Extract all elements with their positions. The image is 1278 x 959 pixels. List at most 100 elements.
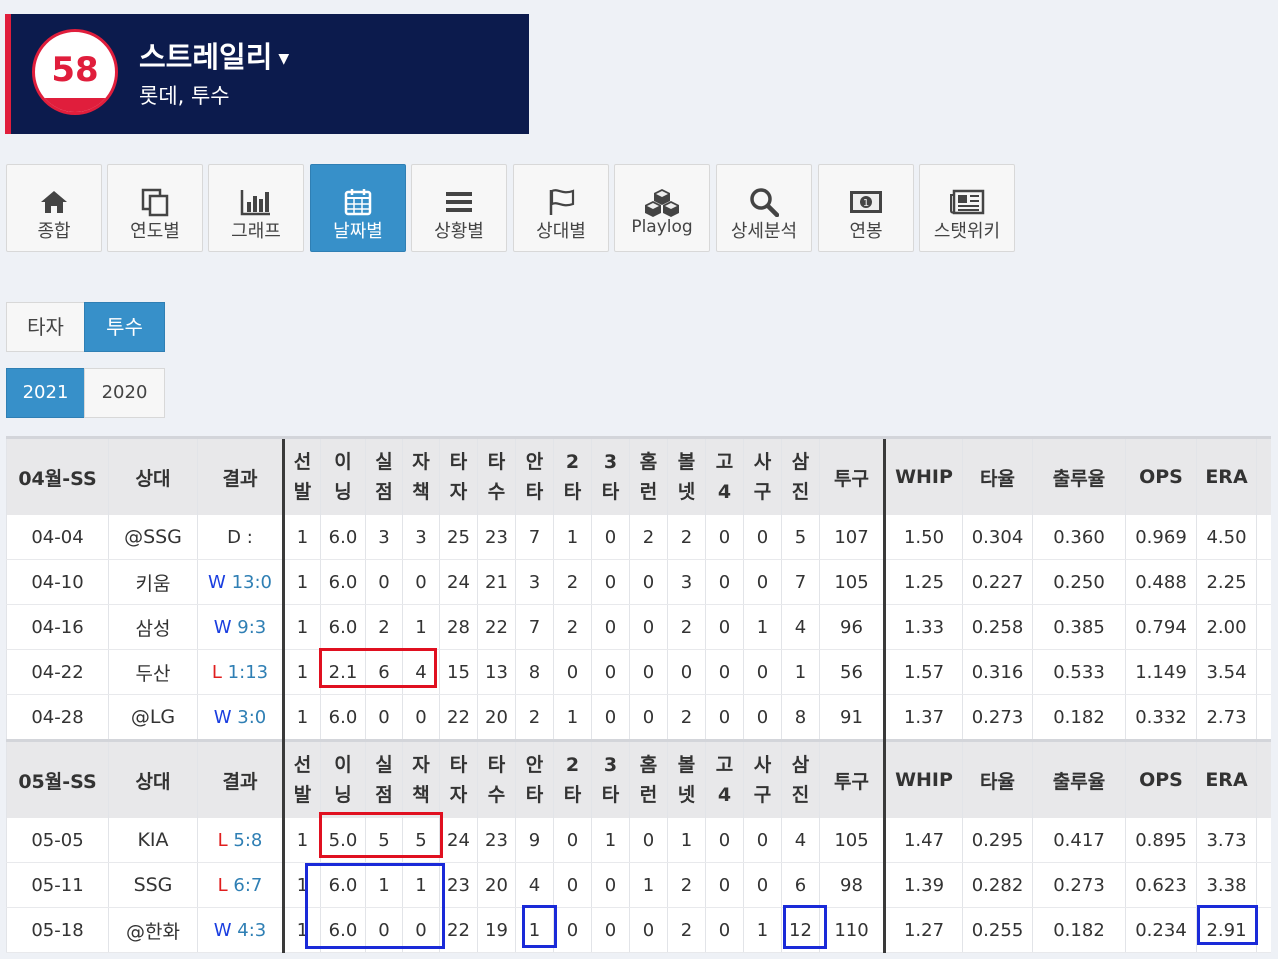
column-header[interactable]: 실점 [365, 739, 403, 818]
player-team-position: 롯데, 투수 [139, 84, 230, 108]
column-header[interactable]: 고4 [705, 739, 744, 818]
stat-19: 2.00 [1196, 604, 1257, 650]
tab-label: 날짜별 [333, 221, 383, 242]
player-name-dropdown[interactable]: 스트레일리 ▼ [139, 34, 289, 76]
home-icon [7, 185, 101, 219]
column-header[interactable]: 타수 [477, 739, 516, 818]
stat-10: 1 [667, 818, 706, 863]
column-header[interactable]: 안타 [515, 739, 554, 818]
tab-situation[interactable]: 상황별 [411, 164, 507, 252]
game-result-link[interactable]: L 6:7 [197, 862, 284, 908]
table-header-row: 04월-SS 상대 결과 선발 이닝 실점 자책 타자 타수 안타 2타 3타 홈런 볼넷 고4 사구 삼진 투구… [6, 436, 1271, 515]
game-result-link[interactable]: D : [197, 515, 284, 560]
opponent: KIA [108, 818, 198, 863]
tab-opponent[interactable]: 상대별 [513, 164, 609, 252]
stat-3: 0 [402, 559, 440, 605]
stat-17: 0.533 [1032, 649, 1126, 695]
game-result-link[interactable]: L 5:8 [197, 818, 284, 863]
column-header[interactable]: 2타 [553, 436, 592, 515]
tab-label: Playlog [631, 217, 693, 237]
table-row[interactable]: 05-11 SSG L 6:7 1 6.0 1 1 23 20 4 0 0 1 2 0 0 6 98 1.39 0.2… [6, 862, 1271, 908]
copy-icon [108, 185, 202, 219]
column-header[interactable]: 실점 [365, 436, 403, 515]
table-row[interactable]: 05-18 @한화 W 4:3 1 6.0 0 0 22 19 1 0 0 0 2 0 1 12 110 1.27 0… [6, 907, 1271, 953]
table-row[interactable]: 04-16 삼성 W 9:3 1 6.0 2 1 28 22 7 2 0 0 2 0 1 4 96 1.33 0.25… [6, 604, 1271, 650]
column-header[interactable]: 2타 [553, 739, 592, 818]
column-header[interactable]: 홈런 [629, 739, 668, 818]
game-result-link[interactable]: W 13:0 [197, 559, 284, 605]
column-header[interactable]: 사구 [743, 739, 782, 818]
column-header[interactable]: 삼진 [781, 436, 820, 515]
column-header[interactable]: 자책 [402, 739, 440, 818]
game-result-link[interactable]: W 3:0 [197, 694, 284, 741]
table-row[interactable]: 05-05 KIA L 5:8 1 5.0 5 5 24 23 9 0 1 0 1 0 0 4 105 1.47 0.… [6, 818, 1271, 863]
stat-10: 2 [667, 515, 706, 560]
column-header[interactable]: ERA [1196, 436, 1257, 515]
column-header[interactable]: WHIP [883, 739, 963, 818]
game-result-link[interactable]: W 9:3 [197, 604, 284, 650]
column-header[interactable]: 타자 [439, 436, 478, 515]
table-row[interactable]: 04-04 @SSG D :1 6.0 3 3 25 23 7 1 0 2 2 0 0 5 107 1.50 0.3… [6, 515, 1271, 560]
column-header[interactable]: 선발 [282, 436, 321, 515]
column-header[interactable]: 안타 [515, 436, 554, 515]
column-header[interactable]: 출루율 [1032, 436, 1126, 515]
table-row[interactable]: 04-10 키움 W 13:0 1 6.0 0 0 24 21 3 2 0 0 3 0 0 7 105 1.25 0.… [6, 559, 1271, 605]
column-header[interactable]: 타자 [439, 739, 478, 818]
tab-yearly[interactable]: 연도별 [107, 164, 203, 252]
column-header[interactable]: 이닝 [320, 436, 366, 515]
column-header[interactable]: 타율 [962, 436, 1033, 515]
column-header[interactable]: 볼넷 [667, 739, 706, 818]
column-header[interactable]: 출루율 [1032, 739, 1126, 818]
column-header[interactable]: 볼넷 [667, 436, 706, 515]
column-header[interactable]: OPS [1125, 436, 1197, 515]
game-result-link[interactable]: W 4:3 [197, 907, 284, 953]
column-header[interactable]: 고4 [705, 436, 744, 515]
stat-9: 0 [629, 604, 668, 650]
column-header[interactable]: ERA [1196, 739, 1257, 818]
column-header[interactable]: 결과 [197, 436, 284, 515]
stat-14: 98 [819, 862, 885, 908]
column-header-overflow [1256, 436, 1271, 515]
stat-16: 0.273 [962, 694, 1033, 741]
month-header: 04월-SS [6, 436, 109, 515]
year-2020-button[interactable]: 2020 [84, 368, 165, 418]
pitcher-toggle-button[interactable]: 투수 [84, 302, 165, 352]
column-header[interactable]: 타율 [962, 739, 1033, 818]
tab-summary[interactable]: 종합 [6, 164, 102, 252]
column-header-label: 안타 [525, 754, 544, 806]
column-header[interactable]: 이닝 [320, 739, 366, 818]
tab-playlog[interactable]: Playlog [614, 164, 710, 252]
stat-16: 0.258 [962, 604, 1033, 650]
game-result-link[interactable]: L 1:13 [197, 649, 284, 695]
column-header[interactable]: 삼진 [781, 739, 820, 818]
tab-statwiki[interactable]: 스탯위키 [919, 164, 1015, 252]
column-header[interactable]: 3타 [591, 436, 630, 515]
column-header[interactable]: 결과 [197, 739, 284, 818]
column-header[interactable]: WHIP [883, 436, 963, 515]
stat-5: 19 [477, 907, 516, 953]
tab-label: 연도별 [130, 221, 180, 242]
table-row[interactable]: 04-22 두산 L 1:13 1 2.1 6 4 15 13 8 0 0 0 0 0 0 1 56 1.57 0.3… [6, 649, 1271, 695]
column-header[interactable]: 투구 [819, 436, 885, 515]
stat-1: 2.1 [320, 649, 366, 695]
column-header[interactable]: 자책 [402, 436, 440, 515]
table-row[interactable]: 04-28 @LG W 3:0 1 6.0 0 0 22 20 2 1 0 0 2 0 0 8 91 1.37 0.2… [6, 694, 1271, 741]
tab-graph[interactable]: 그래프 [208, 164, 304, 252]
tab-salary[interactable]: 1 연봉 [818, 164, 914, 252]
column-header[interactable]: 상대 [108, 436, 198, 515]
result-score: 3:0 [237, 706, 267, 728]
tab-analysis[interactable]: 상세분석 [716, 164, 812, 252]
column-header[interactable]: OPS [1125, 739, 1197, 818]
year-2021-button[interactable]: 2021 [6, 368, 85, 418]
column-header[interactable]: 상대 [108, 739, 198, 818]
column-header[interactable]: 사구 [743, 436, 782, 515]
column-header[interactable]: 타수 [477, 436, 516, 515]
tab-by-date[interactable]: 날짜별 [310, 164, 406, 252]
column-header[interactable]: 3타 [591, 739, 630, 818]
column-header[interactable]: 선발 [282, 739, 321, 818]
stat-4: 23 [439, 862, 478, 908]
column-header[interactable]: 홈런 [629, 436, 668, 515]
column-header[interactable]: 투구 [819, 739, 885, 818]
batter-toggle-button[interactable]: 타자 [6, 302, 85, 352]
stat-6: 3 [515, 559, 554, 605]
